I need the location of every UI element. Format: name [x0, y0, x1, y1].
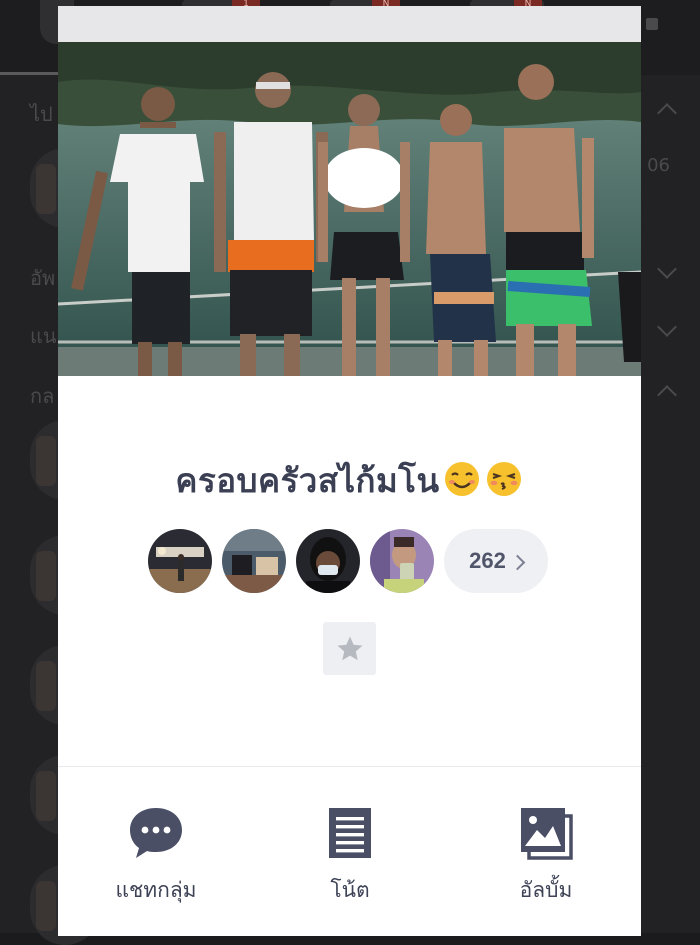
chat-bubble-icon — [130, 808, 182, 858]
bg-side-text: 06 — [647, 155, 670, 176]
note-label: โน้ต — [330, 878, 370, 902]
active-tab-indicator — [0, 72, 60, 75]
member-avatar[interactable] — [296, 529, 360, 593]
album-label: อัลบั้ม — [519, 878, 573, 902]
footer-divider — [58, 766, 641, 767]
chevron-up-icon — [657, 103, 677, 123]
group-name-text: ครอบครัวสไก้มโน — [175, 462, 440, 499]
cover-photo-image — [58, 42, 641, 376]
group-profile-modal: ครอบครัวสไก้มโน 262 แชทกลุ่ม โน้ต อัลบั้… — [58, 6, 641, 936]
photo-album-icon — [521, 808, 573, 860]
bg-section-header: ไป — [30, 102, 53, 126]
note-button[interactable]: โน้ต — [280, 806, 420, 907]
chevron-down-icon — [657, 259, 677, 279]
note-document-icon — [329, 808, 371, 858]
bg-section-header: แน — [30, 324, 57, 348]
group-name-title: ครอบครัวสไก้มโน — [58, 454, 641, 507]
more-icon — [646, 18, 658, 30]
chevron-up-icon — [657, 385, 677, 405]
group-chat-label: แชทกลุ่ม — [115, 878, 197, 902]
bg-section-header: กล — [30, 384, 55, 408]
favorite-button[interactable] — [323, 622, 376, 675]
member-avatar[interactable] — [148, 529, 212, 593]
member-avatars-row[interactable]: 262 — [148, 528, 548, 594]
kissing-face-emoji-icon — [486, 462, 521, 496]
member-avatar[interactable] — [222, 529, 286, 593]
chevron-right-icon — [509, 554, 526, 570]
group-chat-button[interactable]: แชทกลุ่ม — [86, 806, 226, 907]
bg-section-header: อัพ — [30, 266, 56, 290]
group-cover-photo[interactable] — [58, 42, 641, 376]
member-avatar[interactable] — [370, 529, 434, 593]
member-count-button[interactable]: 262 — [444, 529, 548, 593]
smiling-face-emoji-icon — [444, 462, 479, 496]
member-count-text: 262 — [469, 548, 506, 573]
star-icon — [337, 636, 362, 660]
chevron-down-icon — [657, 317, 677, 337]
modal-top-strip — [58, 6, 641, 42]
album-button[interactable]: อัลบั้ม — [476, 806, 616, 907]
